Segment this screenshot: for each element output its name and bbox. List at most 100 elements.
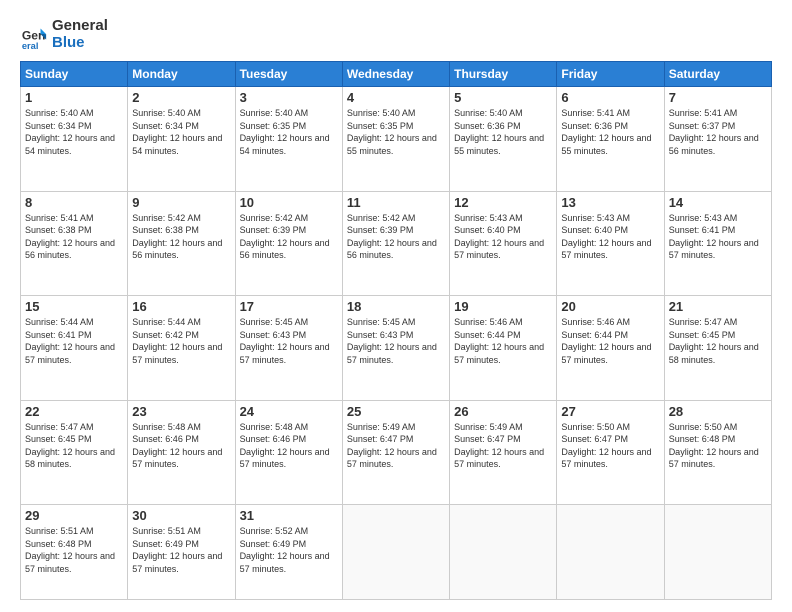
day-number: 28 bbox=[669, 404, 767, 419]
day-info: Sunrise: 5:51 AMSunset: 6:48 PMDaylight:… bbox=[25, 525, 123, 575]
day-info: Sunrise: 5:49 AMSunset: 6:47 PMDaylight:… bbox=[347, 421, 445, 471]
day-number: 4 bbox=[347, 90, 445, 105]
day-number: 14 bbox=[669, 195, 767, 210]
day-number: 30 bbox=[132, 508, 230, 523]
day-number: 17 bbox=[240, 299, 338, 314]
day-info: Sunrise: 5:48 AMSunset: 6:46 PMDaylight:… bbox=[240, 421, 338, 471]
day-info: Sunrise: 5:52 AMSunset: 6:49 PMDaylight:… bbox=[240, 525, 338, 575]
day-number: 24 bbox=[240, 404, 338, 419]
day-number: 5 bbox=[454, 90, 552, 105]
calendar-cell: 9Sunrise: 5:42 AMSunset: 6:38 PMDaylight… bbox=[128, 191, 235, 296]
day-info: Sunrise: 5:46 AMSunset: 6:44 PMDaylight:… bbox=[454, 316, 552, 366]
day-number: 1 bbox=[25, 90, 123, 105]
calendar-cell: 22 Sunrise: 5:47 AMSunset: 6:45 PMDayligh… bbox=[21, 400, 128, 505]
day-number: 8 bbox=[25, 195, 123, 210]
day-info: Sunrise: 5:40 AMSunset: 6:35 PMDaylight:… bbox=[347, 107, 445, 157]
day-number: 23 bbox=[132, 404, 230, 419]
day-number: 16 bbox=[132, 299, 230, 314]
calendar-cell: 7 Sunrise: 5:41 AMSunset: 6:37 PMDaylight… bbox=[664, 87, 771, 192]
calendar-cell: 16 Sunrise: 5:44 AMSunset: 6:42 PMDayligh… bbox=[128, 296, 235, 401]
calendar-cell: 8 Sunrise: 5:41 AMSunset: 6:38 PMDaylight… bbox=[21, 191, 128, 296]
day-info: Sunrise: 5:43 AMSunset: 6:40 PMDaylight:… bbox=[454, 212, 552, 262]
day-info: Sunrise: 5:47 AMSunset: 6:45 PMDaylight:… bbox=[669, 316, 767, 366]
calendar-week-4: 22 Sunrise: 5:47 AMSunset: 6:45 PMDayligh… bbox=[21, 400, 772, 505]
day-info: Sunrise: 5:44 AMSunset: 6:42 PMDaylight:… bbox=[132, 316, 230, 366]
calendar-header-row: SundayMondayTuesdayWednesdayThursdayFrid… bbox=[21, 62, 772, 87]
calendar-cell: 10Sunrise: 5:42 AMSunset: 6:39 PMDayligh… bbox=[235, 191, 342, 296]
day-info: Sunrise: 5:41 AMSunset: 6:38 PMDaylight:… bbox=[25, 212, 123, 262]
day-info: Sunrise: 5:51 AMSunset: 6:49 PMDaylight:… bbox=[132, 525, 230, 575]
day-number: 2 bbox=[132, 90, 230, 105]
calendar-cell: 14Sunrise: 5:43 AMSunset: 6:41 PMDayligh… bbox=[664, 191, 771, 296]
day-number: 7 bbox=[669, 90, 767, 105]
calendar-cell: 24 Sunrise: 5:48 AMSunset: 6:46 PMDayligh… bbox=[235, 400, 342, 505]
weekday-header-friday: Friday bbox=[557, 62, 664, 87]
calendar-cell: 13 Sunrise: 5:43 AMSunset: 6:40 PMDayligh… bbox=[557, 191, 664, 296]
calendar-cell bbox=[557, 505, 664, 600]
calendar-cell: 5 Sunrise: 5:40 AMSunset: 6:36 PMDaylight… bbox=[450, 87, 557, 192]
weekday-header-thursday: Thursday bbox=[450, 62, 557, 87]
calendar-cell bbox=[664, 505, 771, 600]
day-number: 20 bbox=[561, 299, 659, 314]
day-number: 25 bbox=[347, 404, 445, 419]
calendar-cell: 20 Sunrise: 5:46 AMSunset: 6:44 PMDayligh… bbox=[557, 296, 664, 401]
calendar-cell: 19 Sunrise: 5:46 AMSunset: 6:44 PMDayligh… bbox=[450, 296, 557, 401]
day-info: Sunrise: 5:40 AMSunset: 6:35 PMDaylight:… bbox=[240, 107, 338, 157]
calendar-cell: 28 Sunrise: 5:50 AMSunset: 6:48 PMDayligh… bbox=[664, 400, 771, 505]
calendar-cell bbox=[342, 505, 449, 600]
calendar-cell: 2 Sunrise: 5:40 AMSunset: 6:34 PMDaylight… bbox=[128, 87, 235, 192]
weekday-header-saturday: Saturday bbox=[664, 62, 771, 87]
calendar-cell: 3 Sunrise: 5:40 AMSunset: 6:35 PMDaylight… bbox=[235, 87, 342, 192]
calendar-cell: 15Sunrise: 5:44 AMSunset: 6:41 PMDayligh… bbox=[21, 296, 128, 401]
calendar-cell: 23 Sunrise: 5:48 AMSunset: 6:46 PMDayligh… bbox=[128, 400, 235, 505]
calendar-cell: 11Sunrise: 5:42 AMSunset: 6:39 PMDayligh… bbox=[342, 191, 449, 296]
calendar-cell: 29 Sunrise: 5:51 AMSunset: 6:48 PMDayligh… bbox=[21, 505, 128, 600]
logo: Gen eral General Blue bbox=[20, 18, 108, 51]
day-number: 3 bbox=[240, 90, 338, 105]
calendar-cell: 6Sunrise: 5:41 AMSunset: 6:36 PMDaylight… bbox=[557, 87, 664, 192]
svg-text:eral: eral bbox=[22, 41, 39, 49]
day-number: 29 bbox=[25, 508, 123, 523]
day-info: Sunrise: 5:40 AMSunset: 6:36 PMDaylight:… bbox=[454, 107, 552, 157]
day-info: Sunrise: 5:49 AMSunset: 6:47 PMDaylight:… bbox=[454, 421, 552, 471]
calendar-week-2: 8 Sunrise: 5:41 AMSunset: 6:38 PMDaylight… bbox=[21, 191, 772, 296]
calendar-cell: 31 Sunrise: 5:52 AMSunset: 6:49 PMDayligh… bbox=[235, 505, 342, 600]
day-number: 13 bbox=[561, 195, 659, 210]
calendar-cell: 21 Sunrise: 5:47 AMSunset: 6:45 PMDayligh… bbox=[664, 296, 771, 401]
day-number: 19 bbox=[454, 299, 552, 314]
calendar-week-5: 29 Sunrise: 5:51 AMSunset: 6:48 PMDayligh… bbox=[21, 505, 772, 600]
day-info: Sunrise: 5:41 AMSunset: 6:37 PMDaylight:… bbox=[669, 107, 767, 157]
day-number: 12 bbox=[454, 195, 552, 210]
calendar-cell: 30 Sunrise: 5:51 AMSunset: 6:49 PMDayligh… bbox=[128, 505, 235, 600]
calendar-cell: 1 Sunrise: 5:40 AMSunset: 6:34 PMDaylight… bbox=[21, 87, 128, 192]
calendar-table: SundayMondayTuesdayWednesdayThursdayFrid… bbox=[20, 61, 772, 600]
calendar-week-1: 1 Sunrise: 5:40 AMSunset: 6:34 PMDaylight… bbox=[21, 87, 772, 192]
day-number: 21 bbox=[669, 299, 767, 314]
day-number: 26 bbox=[454, 404, 552, 419]
day-info: Sunrise: 5:40 AMSunset: 6:34 PMDaylight:… bbox=[25, 107, 123, 157]
logo-icon: Gen eral bbox=[20, 21, 48, 49]
calendar-cell: 25 Sunrise: 5:49 AMSunset: 6:47 PMDayligh… bbox=[342, 400, 449, 505]
day-number: 27 bbox=[561, 404, 659, 419]
calendar-cell: 4 Sunrise: 5:40 AMSunset: 6:35 PMDaylight… bbox=[342, 87, 449, 192]
day-number: 6 bbox=[561, 90, 659, 105]
day-number: 9 bbox=[132, 195, 230, 210]
day-number: 22 bbox=[25, 404, 123, 419]
calendar-cell bbox=[450, 505, 557, 600]
day-number: 10 bbox=[240, 195, 338, 210]
calendar-cell: 27Sunrise: 5:50 AMSunset: 6:47 PMDayligh… bbox=[557, 400, 664, 505]
day-info: Sunrise: 5:45 AMSunset: 6:43 PMDaylight:… bbox=[347, 316, 445, 366]
day-number: 18 bbox=[347, 299, 445, 314]
day-info: Sunrise: 5:42 AMSunset: 6:39 PMDaylight:… bbox=[347, 212, 445, 262]
day-info: Sunrise: 5:43 AMSunset: 6:40 PMDaylight:… bbox=[561, 212, 659, 262]
page: Gen eral General Blue SundayMondayTuesda… bbox=[0, 0, 792, 612]
day-info: Sunrise: 5:47 AMSunset: 6:45 PMDaylight:… bbox=[25, 421, 123, 471]
day-info: Sunrise: 5:40 AMSunset: 6:34 PMDaylight:… bbox=[132, 107, 230, 157]
day-number: 15 bbox=[25, 299, 123, 314]
calendar-week-3: 15Sunrise: 5:44 AMSunset: 6:41 PMDayligh… bbox=[21, 296, 772, 401]
day-info: Sunrise: 5:50 AMSunset: 6:48 PMDaylight:… bbox=[669, 421, 767, 471]
day-info: Sunrise: 5:48 AMSunset: 6:46 PMDaylight:… bbox=[132, 421, 230, 471]
weekday-header-monday: Monday bbox=[128, 62, 235, 87]
day-info: Sunrise: 5:46 AMSunset: 6:44 PMDaylight:… bbox=[561, 316, 659, 366]
day-number: 31 bbox=[240, 508, 338, 523]
